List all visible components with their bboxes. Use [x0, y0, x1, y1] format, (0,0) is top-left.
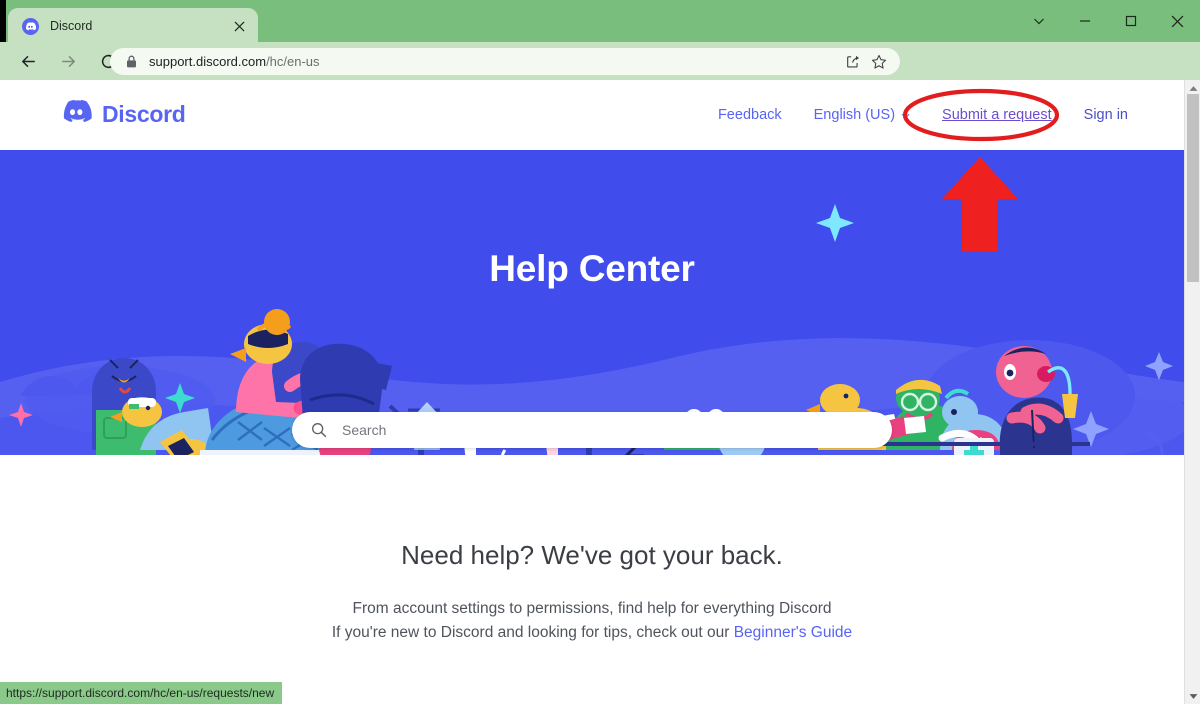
share-icon[interactable] — [842, 51, 864, 73]
chevron-down-icon[interactable] — [1016, 0, 1062, 42]
back-arrow-icon[interactable] — [12, 45, 44, 77]
tab-title: Discord — [50, 19, 93, 33]
window-edge — [0, 0, 6, 42]
chevron-down-icon — [901, 107, 910, 123]
nav-language-label: English (US) — [813, 107, 896, 123]
discord-icon — [22, 17, 39, 35]
nav-sign-in[interactable]: Sign in — [1068, 107, 1144, 123]
url-domain: support.discord.com — [149, 54, 267, 69]
brand-name: Discord — [102, 100, 186, 127]
nav-submit-a-request[interactable]: Submit a request — [926, 107, 1068, 123]
address-bar[interactable]: support.discord.com/hc/en-us — [110, 48, 900, 75]
search-icon — [310, 422, 327, 439]
page-scrollbar[interactable] — [1184, 80, 1200, 704]
close-icon[interactable] — [1154, 0, 1200, 42]
header-nav: Feedback English (US) Submit a request S… — [702, 80, 1144, 150]
browser-title-bar: Discord — [0, 0, 1200, 44]
scrollbar-thumb[interactable] — [1187, 94, 1199, 282]
content-line-2-text: If you're new to Discord and looking for… — [331, 624, 734, 641]
search-input[interactable] — [340, 421, 874, 439]
screenshot-root: Discord support.discord.com/hc/en-us Dis… — [0, 0, 1200, 704]
site-header: Discord Feedback English (US) Submit a r… — [0, 80, 1184, 150]
hero-banner: Help Center — [0, 150, 1184, 455]
maximize-icon[interactable] — [1108, 0, 1154, 42]
content-section: Need help? We've got your back. From acc… — [0, 540, 1184, 645]
close-icon[interactable] — [228, 15, 250, 37]
nav-language-selector[interactable]: English (US) — [798, 107, 926, 123]
minimize-icon[interactable] — [1062, 0, 1108, 42]
browser-tab[interactable]: Discord — [8, 8, 258, 44]
scroll-down-arrow-icon[interactable] — [1185, 688, 1200, 704]
page-viewport: Discord Feedback English (US) Submit a r… — [0, 80, 1200, 704]
star-icon[interactable] — [868, 51, 890, 73]
url-text: support.discord.com/hc/en-us — [149, 54, 838, 69]
forward-arrow-icon[interactable] — [52, 45, 84, 77]
content-heading: Need help? We've got your back. — [401, 540, 783, 570]
page-title: Help Center — [489, 248, 695, 289]
discord-logo-icon — [60, 99, 92, 129]
lock-icon[interactable] — [124, 55, 138, 69]
url-path: /hc/en-us — [266, 54, 320, 69]
content-line-1: From account settings to permissions, fi… — [352, 600, 832, 617]
status-bar-link-preview: https://support.discord.com/hc/en-us/req… — [0, 682, 283, 704]
beginners-guide-link[interactable]: Beginner's Guide — [734, 624, 852, 641]
status-bar-text: https://support.discord.com/hc/en-us/req… — [6, 686, 275, 700]
discord-brand[interactable]: Discord — [60, 99, 186, 129]
content-line-2: If you're new to Discord and looking for… — [0, 621, 1184, 645]
nav-feedback[interactable]: Feedback — [702, 107, 798, 123]
hero-illustration — [0, 150, 1184, 455]
window-controls — [1016, 0, 1200, 42]
search-box[interactable] — [292, 412, 892, 448]
